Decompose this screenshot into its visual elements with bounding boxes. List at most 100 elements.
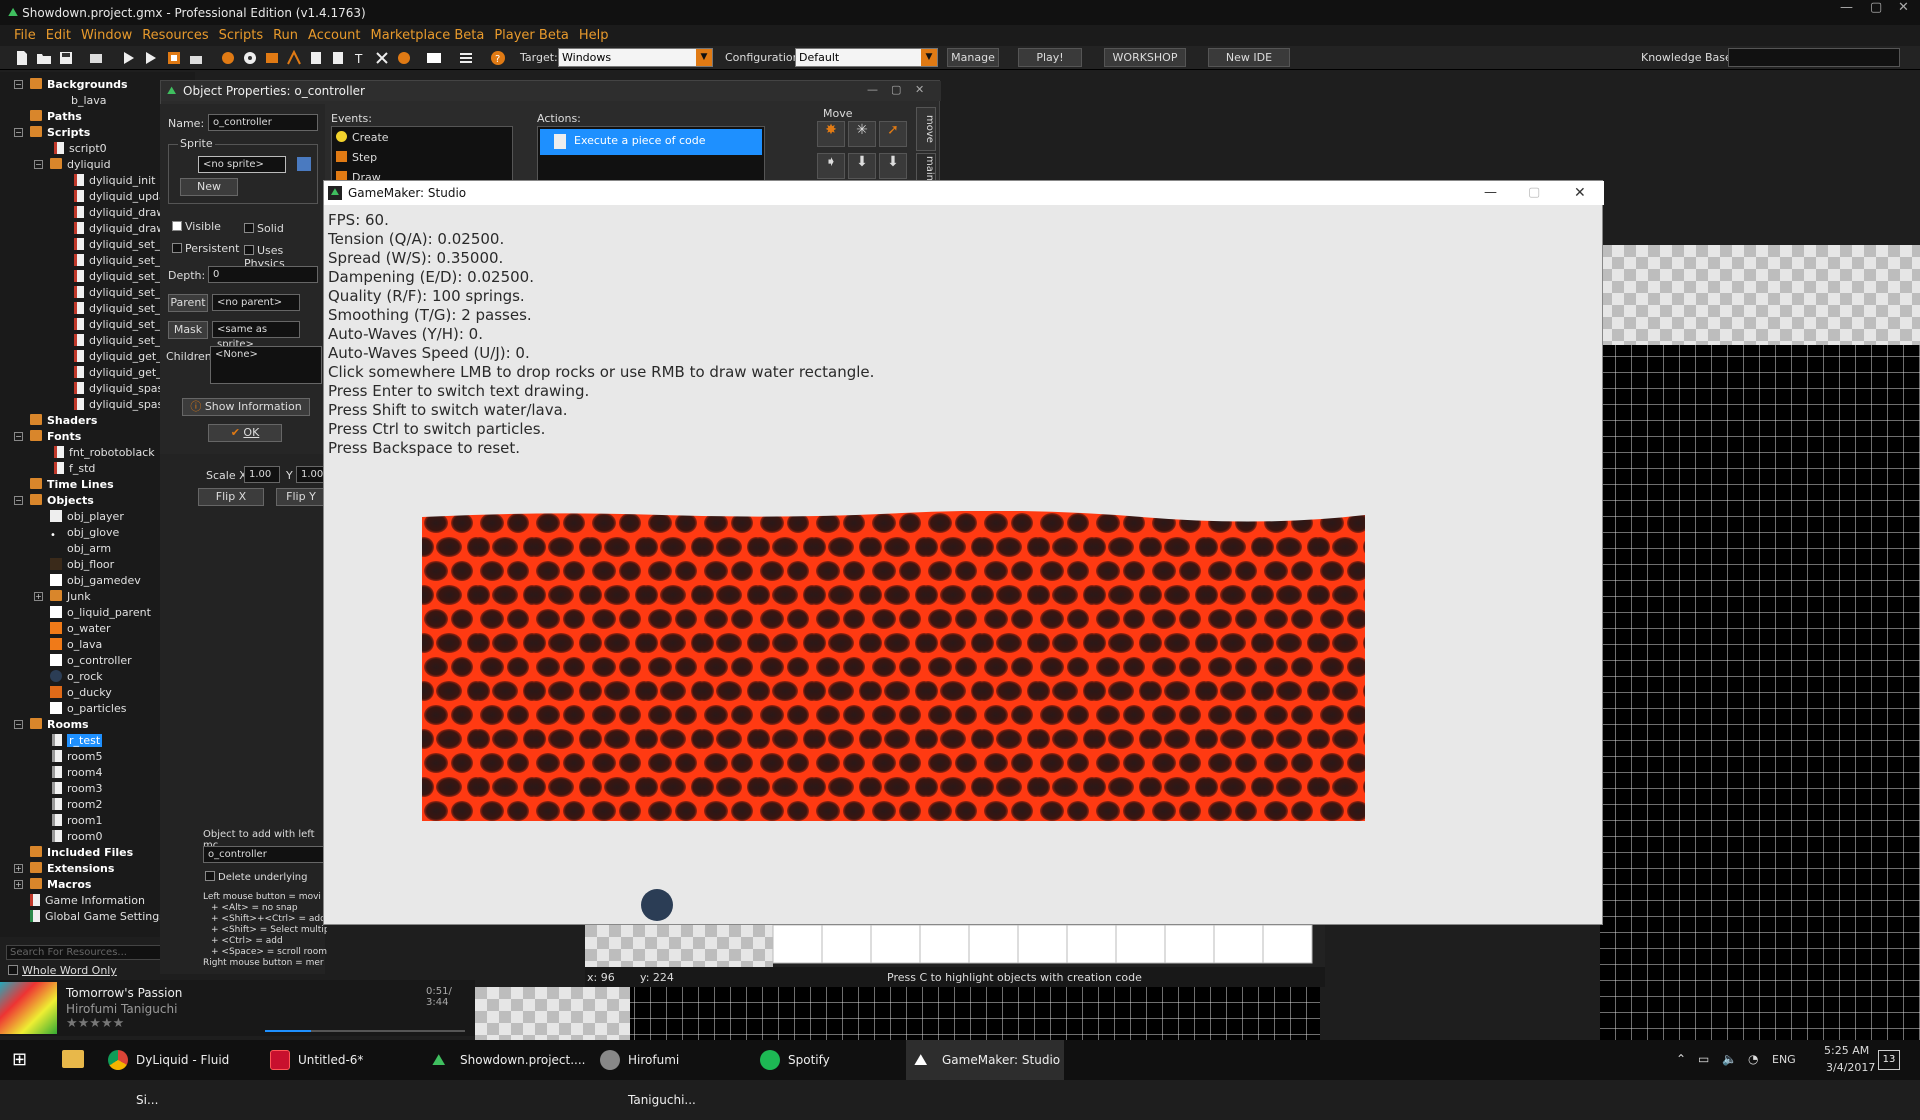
children-list[interactable]: <None> bbox=[210, 346, 322, 384]
minimize-icon[interactable]: — bbox=[1840, 0, 1853, 15]
tree-game-information[interactable]: Game Information bbox=[30, 893, 145, 909]
tree-item[interactable]: b_lava bbox=[54, 93, 107, 109]
collapse-icon[interactable]: − bbox=[34, 160, 43, 169]
expand-icon[interactable]: + bbox=[14, 880, 23, 889]
tree-rooms[interactable]: Rooms bbox=[30, 717, 89, 733]
tree-paths[interactable]: Paths bbox=[30, 109, 82, 125]
menu-player[interactable]: Player Beta bbox=[494, 28, 569, 43]
parent-select[interactable]: <no parent> bbox=[212, 294, 300, 311]
tree-item[interactable]: dyliquid_set_b bbox=[74, 237, 167, 253]
tree-timelines[interactable]: Time Lines bbox=[30, 477, 114, 493]
room-canvas-lower[interactable] bbox=[475, 987, 1320, 1040]
tree-item[interactable]: o_particles bbox=[50, 701, 126, 717]
tree-global-settings[interactable]: Global Game Settings bbox=[30, 909, 165, 925]
debug-icon[interactable] bbox=[142, 50, 158, 66]
maximize-icon[interactable]: ▢ bbox=[1528, 181, 1540, 205]
speed-horizontal-icon[interactable]: ➧ bbox=[817, 153, 845, 179]
menu-window[interactable]: Window bbox=[81, 28, 132, 43]
visible-checkbox[interactable]: Visible bbox=[172, 220, 221, 233]
tree-item[interactable]: o_liquid_parent bbox=[50, 605, 151, 621]
scale-x-input[interactable]: 1.00 bbox=[244, 466, 280, 483]
move-fixed-icon[interactable]: ✸ bbox=[817, 121, 845, 147]
task-chrome[interactable]: DyLiquid - Fluid Si... bbox=[100, 1040, 250, 1107]
solid-checkbox[interactable]: Solid bbox=[244, 222, 284, 235]
menu-file[interactable]: File bbox=[14, 28, 36, 43]
collapse-icon[interactable]: − bbox=[14, 432, 23, 441]
task-flash[interactable]: Untitled-6* bbox=[262, 1040, 412, 1080]
tree-item[interactable]: dyliquid_spash bbox=[74, 381, 170, 397]
tab-main[interactable]: main bbox=[916, 153, 936, 183]
windows-start-icon[interactable]: ⊞ bbox=[12, 1050, 32, 1070]
lava-surface[interactable] bbox=[422, 511, 1365, 821]
tree-item[interactable]: o_ducky bbox=[50, 685, 112, 701]
tree-item[interactable]: dyliquid_set_v bbox=[74, 317, 167, 333]
close-icon[interactable]: ✕ bbox=[1898, 0, 1909, 15]
file-explorer-icon[interactable] bbox=[62, 1050, 84, 1068]
manage-button[interactable]: Manage bbox=[947, 48, 999, 67]
mask-button[interactable]: Mask bbox=[168, 321, 208, 339]
tree-item[interactable]: script0 bbox=[54, 141, 107, 157]
delete-underlying-checkbox[interactable]: Delete underlying bbox=[205, 870, 307, 883]
tree-item[interactable]: dyliquid_set_t bbox=[74, 269, 165, 285]
collapse-icon[interactable]: − bbox=[14, 720, 23, 729]
tree-included-files[interactable]: Included Files bbox=[30, 845, 133, 861]
tree-item[interactable]: room0 bbox=[52, 829, 102, 845]
workshop-button[interactable]: WORKSHOP bbox=[1104, 48, 1186, 67]
tree-item[interactable]: obj_arm bbox=[50, 541, 111, 557]
rating-stars[interactable]: ★★★★★ bbox=[66, 1016, 124, 1031]
room-icon[interactable] bbox=[426, 50, 442, 66]
tree-item[interactable]: dyliquid_spash bbox=[74, 397, 170, 413]
flip-x-button[interactable]: Flip X bbox=[198, 488, 264, 506]
tree-item[interactable]: o_water bbox=[50, 621, 111, 637]
tree-fonts[interactable]: Fonts bbox=[30, 429, 81, 445]
language-indicator[interactable]: ENG bbox=[1772, 1053, 1796, 1066]
task-showdown-project[interactable]: ⛰ Showdown.project.... bbox=[424, 1040, 585, 1080]
whole-word-checkbox[interactable]: Whole Word Only bbox=[8, 964, 117, 977]
tree-folder-junk[interactable]: Junk bbox=[50, 589, 91, 605]
parent-button[interactable]: Parent bbox=[168, 294, 208, 312]
sound-icon[interactable] bbox=[242, 50, 258, 66]
export-icon[interactable] bbox=[88, 50, 104, 66]
tree-item[interactable]: dyliquid_set_c bbox=[74, 285, 166, 301]
object-icon[interactable] bbox=[396, 50, 412, 66]
scale-y-input[interactable]: 1.00 bbox=[296, 466, 324, 483]
maximize-icon[interactable]: ▢ bbox=[891, 83, 901, 96]
gravity-icon[interactable]: ⬇ bbox=[879, 153, 907, 179]
save-icon[interactable] bbox=[58, 50, 74, 66]
speed-vertical-icon[interactable]: ⬇ bbox=[848, 153, 876, 179]
tree-item[interactable]: dyliquid_set_s bbox=[74, 301, 166, 317]
task-spotify-artist[interactable]: Hirofumi Taniguchi... bbox=[592, 1040, 742, 1107]
tree-item[interactable]: room1 bbox=[52, 813, 102, 829]
tree-item[interactable]: obj_player bbox=[50, 509, 124, 525]
tree-extensions[interactable]: Extensions bbox=[30, 861, 114, 877]
tree-folder-dyliquid[interactable]: dyliquid bbox=[50, 157, 111, 173]
configuration-select[interactable]: Default ▼ bbox=[795, 48, 938, 67]
open-folder-icon[interactable] bbox=[36, 50, 52, 66]
sprite-select[interactable]: <no sprite> bbox=[198, 156, 286, 173]
collapse-icon[interactable]: − bbox=[14, 496, 23, 505]
event-step[interactable]: Step bbox=[336, 151, 377, 164]
minimize-icon[interactable]: — bbox=[867, 83, 878, 96]
close-icon[interactable]: ✕ bbox=[915, 83, 924, 96]
tree-item[interactable]: dyliquid_draw bbox=[74, 205, 165, 221]
tree-item[interactable]: room3 bbox=[52, 781, 102, 797]
maximize-icon[interactable]: ▢ bbox=[1870, 0, 1882, 15]
menu-account[interactable]: Account bbox=[308, 28, 361, 43]
action-execute-code[interactable]: Execute a piece of code bbox=[540, 129, 762, 155]
sprite-icon[interactable] bbox=[220, 50, 236, 66]
room-canvas[interactable] bbox=[1600, 245, 1920, 1055]
menu-edit[interactable]: Edit bbox=[46, 28, 71, 43]
tree-item[interactable]: room2 bbox=[52, 797, 102, 813]
ok-button[interactable]: ✔ OK bbox=[208, 424, 282, 442]
knowledge-base-input[interactable] bbox=[1728, 48, 1900, 67]
object-to-add-select[interactable]: o_controller bbox=[203, 846, 325, 863]
tree-item[interactable]: o_lava bbox=[50, 637, 102, 653]
flip-y-button[interactable]: Flip Y bbox=[276, 488, 326, 506]
collapse-icon[interactable]: − bbox=[14, 80, 23, 89]
browse-icon[interactable] bbox=[297, 157, 311, 171]
tree-item[interactable]: o_rock bbox=[50, 669, 103, 685]
path-icon[interactable] bbox=[286, 50, 302, 66]
menu-resources[interactable]: Resources bbox=[142, 28, 208, 43]
timeline-icon[interactable] bbox=[374, 50, 390, 66]
tree-item[interactable]: fnt_robotoblack bbox=[54, 445, 155, 461]
